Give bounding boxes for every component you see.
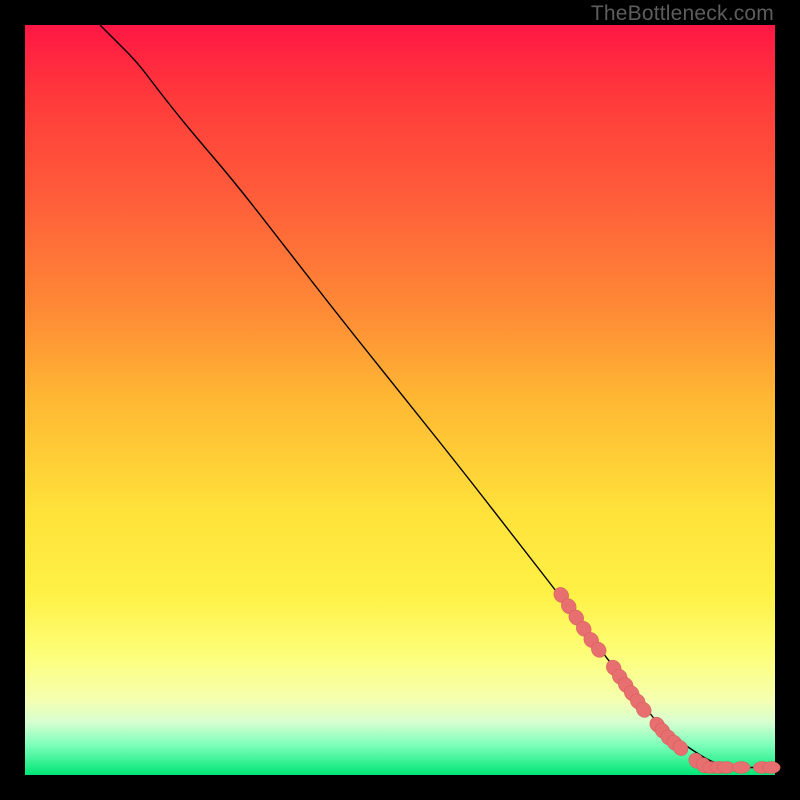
chart-overlay xyxy=(25,25,775,775)
chart-markers xyxy=(551,584,780,775)
watermark-text: TheBottleneck.com xyxy=(591,2,774,26)
data-marker xyxy=(762,762,780,774)
chart-frame: TheBottleneck.com xyxy=(0,0,800,800)
chart-curve xyxy=(100,25,775,768)
data-marker xyxy=(732,762,750,774)
